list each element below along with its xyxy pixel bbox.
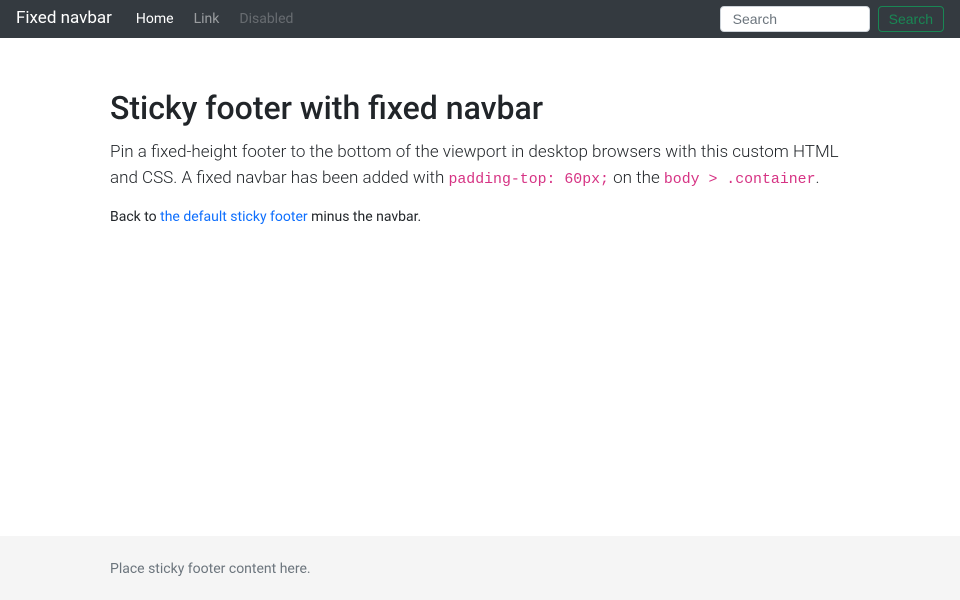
footer-container: Place sticky footer content here.	[110, 556, 850, 580]
lead-paragraph: Pin a fixed-height footer to the bottom …	[110, 140, 850, 191]
navbar-nav: Home Link Disabled	[128, 1, 720, 38]
container: Sticky footer with fixed navbar Pin a fi…	[110, 60, 850, 244]
back-paragraph: Back to the default sticky footer minus …	[110, 207, 850, 228]
search-input[interactable]	[720, 6, 870, 32]
footer-text: Place sticky footer content here.	[110, 561, 311, 577]
back-text-1: Back to	[110, 209, 160, 225]
page-title: Sticky footer with fixed navbar	[110, 84, 850, 132]
nav-link-home[interactable]: Home	[128, 1, 182, 38]
navbar-brand[interactable]: Fixed navbar	[16, 6, 112, 32]
nav-item-disabled: Disabled	[231, 1, 301, 38]
lead-text-2: on the	[609, 168, 664, 188]
footer: Place sticky footer content here.	[0, 536, 960, 600]
back-link[interactable]: the default sticky footer	[160, 209, 307, 225]
lead-code-2: body > .container	[664, 172, 816, 188]
nav-item-home: Home	[128, 1, 182, 38]
navbar: Fixed navbar Home Link Disabled Search	[0, 0, 960, 38]
back-text-2: minus the navbar.	[308, 209, 422, 225]
search-form: Search	[720, 6, 944, 32]
nav-link-link[interactable]: Link	[186, 1, 228, 38]
lead-code-1: padding-top: 60px;	[448, 172, 609, 188]
nav-item-link: Link	[186, 1, 228, 38]
lead-text-3: .	[815, 168, 819, 188]
main-content: Sticky footer with fixed navbar Pin a fi…	[0, 0, 960, 536]
search-button[interactable]: Search	[878, 6, 944, 32]
nav-link-disabled: Disabled	[231, 1, 301, 38]
